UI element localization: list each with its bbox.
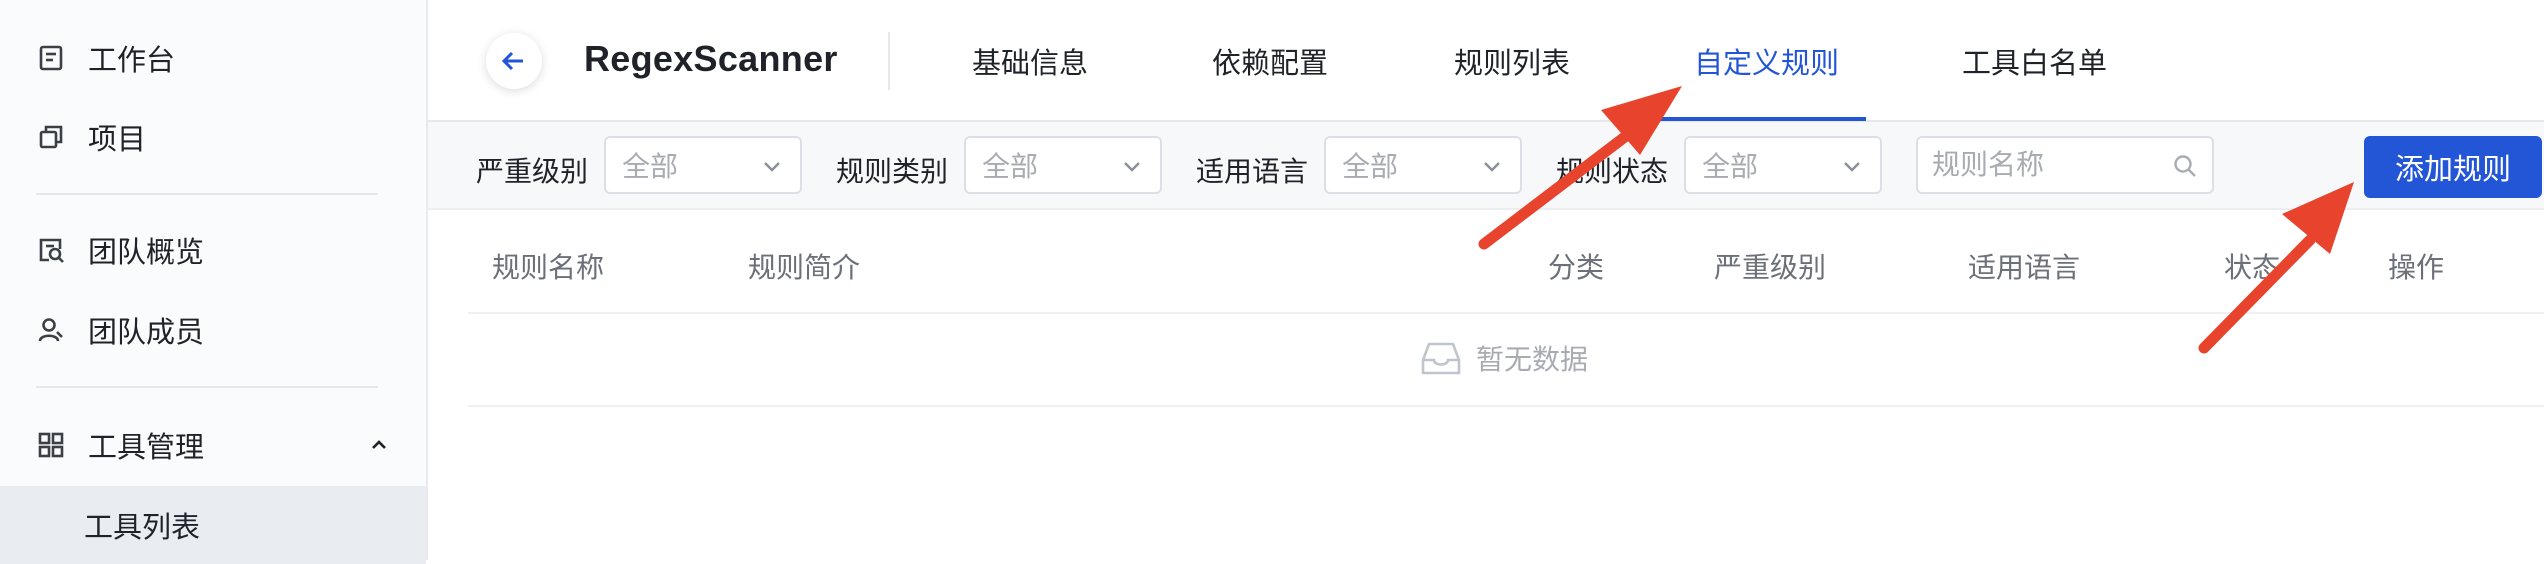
sidebar-divider <box>36 386 378 388</box>
sidebar-item-label: 工具管理 <box>88 432 205 464</box>
header-divider <box>888 32 890 90</box>
sidebar-item-tool-management[interactable]: 工具管理 <box>0 406 426 484</box>
status-select-value: 全部 <box>1702 151 1759 182</box>
sidebar-item-label: 团队成员 <box>88 317 205 349</box>
chevron-down-icon <box>764 162 780 172</box>
severity-select[interactable]: 全部 <box>604 136 802 194</box>
chevron-up-icon[interactable] <box>368 434 390 456</box>
grid-icon <box>36 430 66 460</box>
category-select[interactable]: 全部 <box>964 136 1162 194</box>
category-label: 规则类别 <box>836 156 949 187</box>
empty-state-text: 暂无数据 <box>1476 344 1589 375</box>
chevron-down-icon <box>1484 162 1500 172</box>
back-button[interactable] <box>486 33 542 89</box>
active-tab-indicator <box>1626 117 1866 121</box>
tab-rule-list[interactable]: 规则列表 <box>1454 0 1570 122</box>
app-title: RegexScanner <box>584 38 838 79</box>
sidebar-item-team-overview[interactable]: 团队概览 <box>0 211 426 289</box>
status-select[interactable]: 全部 <box>1684 136 1882 194</box>
inbox-empty-icon <box>1421 342 1461 375</box>
search-icon[interactable] <box>2172 153 2198 179</box>
empty-state: 暂无数据 <box>1420 338 1588 378</box>
column-header-rule-summary[interactable]: 规则简介 <box>748 246 860 286</box>
sidebar-item-label: 工具列表 <box>84 512 201 544</box>
language-select-value: 全部 <box>1342 151 1399 182</box>
rule-name-search <box>1916 136 2214 194</box>
arrow-left-icon <box>501 51 523 71</box>
tab-custom-rules[interactable]: 自定义规则 <box>1694 0 1839 122</box>
severity-select-value: 全部 <box>622 151 679 182</box>
column-header-severity[interactable]: 严重级别 <box>1714 246 1826 286</box>
top-tab-bar: RegexScanner 基础信息 依赖配置 规则列表 自定义规则 工具白名单 <box>428 0 2544 122</box>
workbench-icon <box>36 43 66 73</box>
sidebar-item-project[interactable]: 项目 <box>0 98 426 176</box>
project-icon <box>36 122 66 152</box>
sidebar-item-team-members[interactable]: 团队成员 <box>0 291 426 369</box>
column-header-status[interactable]: 状态 <box>2224 246 2280 286</box>
chevron-down-icon <box>1844 162 1860 172</box>
chevron-down-icon <box>1124 162 1140 172</box>
sidebar-item-label: 工作台 <box>88 45 176 77</box>
filter-bar: 严重级别 全部 规则类别 全部 适用语言 全部 规则状态 全部 添加规则 <box>428 122 2544 210</box>
tab-tool-whitelist[interactable]: 工具白名单 <box>1962 0 2107 122</box>
status-label: 规则状态 <box>1556 156 1669 187</box>
team-overview-icon <box>36 235 66 265</box>
severity-label: 严重级别 <box>476 156 589 187</box>
sidebar-item-label: 项目 <box>88 124 147 156</box>
sidebar-item-tool-list[interactable]: 工具列表 <box>0 486 426 564</box>
rule-name-search-input[interactable] <box>1918 139 2164 191</box>
column-header-language[interactable]: 适用语言 <box>1968 246 2080 286</box>
sidebar-item-label: 团队概览 <box>88 237 205 269</box>
tab-basic-info[interactable]: 基础信息 <box>972 0 1088 122</box>
sidebar: 工作台 项目 团队概览 团队成员 工具管理 工具列表 <box>0 0 428 564</box>
language-label: 适用语言 <box>1196 156 1309 187</box>
add-rule-button[interactable]: 添加规则 <box>2364 136 2542 198</box>
sidebar-item-workbench[interactable]: 工作台 <box>0 19 426 97</box>
column-header-actions: 操作 <box>2388 252 2445 283</box>
column-header-rule-name[interactable]: 规则名称 <box>492 246 604 286</box>
table-header-divider <box>468 312 2544 314</box>
column-header-category[interactable]: 分类 <box>1548 246 1604 286</box>
tab-dependency-config[interactable]: 依赖配置 <box>1212 0 1328 122</box>
table-row-divider <box>468 405 2544 407</box>
language-select[interactable]: 全部 <box>1324 136 1522 194</box>
category-select-value: 全部 <box>982 151 1039 182</box>
team-member-icon <box>36 315 66 345</box>
sidebar-divider <box>36 193 378 195</box>
